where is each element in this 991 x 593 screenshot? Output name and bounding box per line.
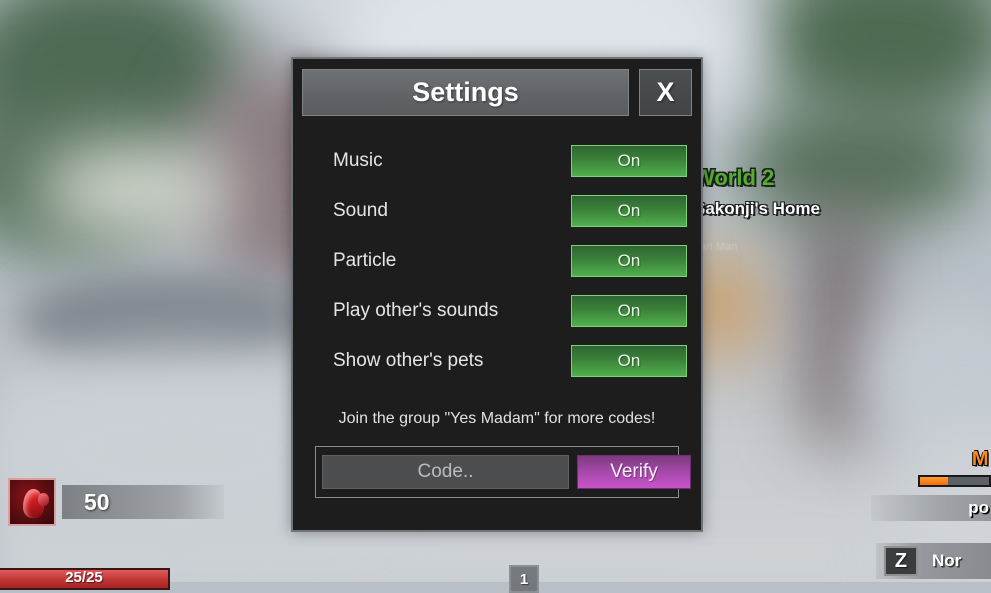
settings-panel: Settings X Music On Sound On Particle On… bbox=[291, 57, 703, 532]
world-label: World 2 Sakonji's Home art Man bbox=[694, 165, 820, 253]
keybind-label: Nor bbox=[932, 551, 961, 571]
code-input[interactable] bbox=[322, 455, 569, 489]
toggle-particle[interactable]: On bbox=[571, 245, 687, 277]
toggle-sound[interactable]: On bbox=[571, 195, 687, 227]
panel-header: Settings X bbox=[293, 59, 701, 116]
player-nametag: art Man bbox=[700, 241, 820, 253]
mastery-progress-bar bbox=[918, 475, 991, 487]
setting-label-play-others-sounds: Play other's sounds bbox=[307, 300, 498, 322]
mastery-progress-fill bbox=[920, 477, 948, 485]
mastery-points-bar: po bbox=[871, 495, 991, 521]
setting-label-particle: Particle bbox=[307, 250, 396, 272]
settings-list: Music On Sound On Particle On Play other… bbox=[293, 136, 701, 386]
keybind-row[interactable]: Z Nor bbox=[876, 543, 991, 579]
mastery-display: M po bbox=[871, 448, 991, 521]
setting-label-music: Music bbox=[307, 150, 383, 172]
verify-button[interactable]: Verify bbox=[577, 455, 691, 489]
setting-label-sound: Sound bbox=[307, 200, 388, 222]
setting-row-particle: Particle On bbox=[307, 236, 687, 286]
panel-title: Settings bbox=[302, 69, 629, 116]
red-gem-icon bbox=[8, 478, 56, 526]
group-note: Join the group "Yes Madam" for more code… bbox=[293, 410, 701, 428]
setting-row-sound: Sound On bbox=[307, 186, 687, 236]
toggle-music[interactable]: On bbox=[571, 145, 687, 177]
world-name: World 2 bbox=[694, 165, 820, 191]
health-bar: 25/25 bbox=[0, 568, 170, 590]
currency-bar: 50 bbox=[62, 485, 224, 519]
mastery-points-label: po bbox=[968, 498, 991, 518]
health-value: 25/25 bbox=[0, 570, 168, 586]
keybind-key-z[interactable]: Z bbox=[884, 546, 918, 576]
setting-row-show-others-pets: Show other's pets On bbox=[307, 336, 687, 386]
currency-display: 50 bbox=[8, 478, 224, 526]
code-redeem-area: Verify bbox=[315, 446, 679, 498]
world-sub-name: Sakonji's Home bbox=[694, 199, 820, 219]
toggle-show-others-pets[interactable]: On bbox=[571, 345, 687, 377]
snow-blob-center bbox=[35, 145, 235, 235]
hotbar-slot-1[interactable]: 1 bbox=[509, 565, 539, 593]
mastery-label: M bbox=[871, 448, 991, 471]
setting-label-show-others-pets: Show other's pets bbox=[307, 350, 483, 372]
currency-amount: 50 bbox=[84, 489, 110, 516]
close-button[interactable]: X bbox=[639, 69, 692, 116]
toggle-play-others-sounds[interactable]: On bbox=[571, 295, 687, 327]
setting-row-play-others-sounds: Play other's sounds On bbox=[307, 286, 687, 336]
setting-row-music: Music On bbox=[307, 136, 687, 186]
